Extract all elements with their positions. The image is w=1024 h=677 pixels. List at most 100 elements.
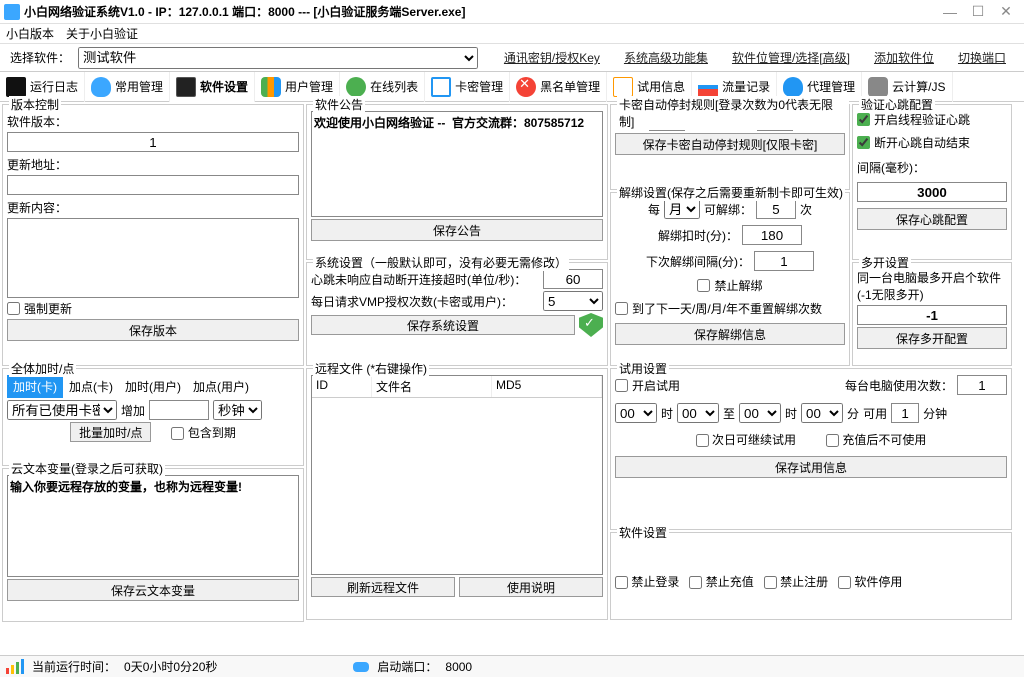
select-vmp-count[interactable]: 5: [543, 291, 603, 311]
select-m2[interactable]: 00: [801, 403, 843, 423]
input-unbind-times[interactable]: [756, 199, 796, 219]
btn-save-multiopen[interactable]: 保存多开配置: [857, 327, 1007, 349]
window-title: 小白网络验证系统V1.0 - IP：127.0.0.1 端口：8000 --- …: [24, 3, 936, 20]
close-button[interactable]: ✕: [992, 3, 1020, 20]
panel-unbind: 解绑设置(保存之后需要重新制卡即可生效) 每 月 可解绑： 次 解绑扣时(分)：…: [610, 192, 850, 366]
input-unbind-deduct[interactable]: [742, 225, 802, 245]
time-mode-pills: 加时(卡) 加点(卡) 加时(用户) 加点(用户): [7, 375, 299, 398]
remote-file-table[interactable]: ID 文件名 MD5: [311, 375, 603, 575]
tab-card[interactable]: 卡密管理: [425, 72, 510, 102]
shield-icon: [579, 313, 603, 337]
panel-software-setting: 软件设置 禁止登录 禁止充值 禁止注册 软件停用: [610, 532, 1012, 620]
chk-nologin[interactable]: [615, 576, 628, 589]
panel-trial: 试用设置 开启试用 每台电脑使用次数： 00时 00 至 00时 00分 可用 …: [610, 368, 1012, 530]
selector-row: 选择软件： 测试软件 通讯密钥/授权Key 系统高级功能集 软件位管理/选择[高…: [0, 44, 1024, 72]
btn-commkey[interactable]: 通讯密钥/授权Key: [496, 45, 608, 70]
chk-enable-trial[interactable]: [615, 379, 628, 392]
btn-remote-help[interactable]: 使用说明: [459, 577, 603, 597]
menu-about[interactable]: 关于小白验证: [66, 25, 138, 42]
label-update-content: 更新内容：: [7, 199, 299, 216]
chk-stop[interactable]: [838, 576, 851, 589]
chk-include-expired[interactable]: [171, 427, 184, 440]
signal-icon: [6, 659, 24, 674]
chk-force-update[interactable]: [7, 302, 20, 315]
selector-label: 选择软件：: [10, 49, 70, 66]
tab-blacklist[interactable]: 黑名单管理: [510, 72, 607, 102]
port-value: 8000: [445, 660, 472, 674]
menu-version[interactable]: 小白版本: [6, 25, 54, 42]
col-md5: MD5: [492, 376, 602, 397]
link-icon: [868, 77, 888, 97]
input-heartbeat-interval[interactable]: [857, 182, 1007, 202]
chk-norecharge-use[interactable]: [826, 434, 839, 447]
select-h2[interactable]: 00: [739, 403, 781, 423]
chk-end-on-disconnect[interactable]: [857, 136, 870, 149]
label-software-version: 软件版本：: [7, 113, 299, 130]
multiopen-desc: 同一台电脑最多开启个软件(-1无限多开): [857, 269, 1007, 303]
col-id: ID: [312, 376, 372, 397]
chk-norecharge[interactable]: [689, 576, 702, 589]
btn-save-version[interactable]: 保存版本: [7, 319, 299, 341]
agent-icon: [783, 77, 803, 97]
panel-autoblock: 卡密自动停封规则[登录次数为0代表无限制] 小时内登录 次 保存卡密自动停封规则…: [610, 104, 850, 190]
minimize-button[interactable]: —: [936, 4, 964, 20]
panel-remote-file: 远程文件 (*右键操作) ID 文件名 MD5 刷新远程文件 使用说明: [306, 368, 608, 620]
software-select[interactable]: 测试软件: [78, 47, 478, 69]
port-label: 启动端口：: [377, 658, 437, 675]
btn-save-unbind[interactable]: 保存解绑信息: [615, 323, 845, 345]
chk-nextday-continue[interactable]: [696, 434, 709, 447]
tab-software[interactable]: 软件设置: [170, 72, 255, 102]
input-announce[interactable]: 欢迎使用小白网络验证 -- 官方交流群：807585712: [311, 111, 603, 217]
port-icon: [353, 662, 369, 672]
btn-slot-mgr[interactable]: 软件位管理/选择[高级]: [724, 45, 858, 70]
pill-addpoint-user[interactable]: 加点(用户): [187, 375, 255, 398]
select-time-unit[interactable]: 秒钟: [213, 400, 262, 420]
select-card-scope[interactable]: 所有已使用卡密: [7, 400, 117, 420]
select-unbind-period[interactable]: 月: [664, 199, 700, 219]
panel-announce: 软件公告 欢迎使用小白网络验证 -- 官方交流群：807585712 保存公告: [306, 104, 608, 260]
input-update-content[interactable]: [7, 218, 299, 298]
input-update-url[interactable]: [7, 175, 299, 195]
btn-save-announce[interactable]: 保存公告: [311, 219, 603, 241]
input-trial-min[interactable]: [891, 403, 919, 423]
chk-open-heartbeat[interactable]: [857, 113, 870, 126]
select-h1[interactable]: 00: [615, 403, 657, 423]
maximize-button[interactable]: ☐: [964, 3, 992, 20]
input-heartbeat-timeout[interactable]: [543, 269, 603, 289]
btn-refresh-remote[interactable]: 刷新远程文件: [311, 577, 455, 597]
btn-advanced[interactable]: 系统高级功能集: [616, 45, 716, 70]
input-unbind-interval[interactable]: [754, 251, 814, 271]
btn-save-heartbeat[interactable]: 保存心跳配置: [857, 208, 1007, 230]
btn-save-cloud-var[interactable]: 保存云文本变量: [7, 579, 299, 601]
input-cloud-variable[interactable]: 输入你要远程存放的变量，也称为远程变量!: [7, 475, 299, 577]
chk-noreset-unbind[interactable]: [615, 302, 628, 315]
input-software-version[interactable]: [7, 132, 299, 152]
input-trial-perpc[interactable]: [957, 375, 1007, 395]
share-icon: [346, 77, 366, 97]
statusbar: 当前运行时间： 0天0小时0分20秒 启动端口： 8000: [0, 655, 1024, 677]
panel-heartbeat: 验证心跳配置 开启线程验证心跳 断开心跳自动结束 间隔(毫秒)： 保存心跳配置: [852, 104, 1012, 260]
input-add-amount[interactable]: [149, 400, 209, 420]
select-m1[interactable]: 00: [677, 403, 719, 423]
chk-noreg[interactable]: [764, 576, 777, 589]
card-icon: [431, 77, 451, 97]
btn-save-system[interactable]: 保存系统设置: [311, 315, 575, 335]
btn-add-slot[interactable]: 添加软件位: [866, 45, 942, 70]
app-logo: [4, 4, 20, 20]
menubar: 小白版本 关于小白验证: [0, 24, 1024, 44]
tab-common[interactable]: 常用管理: [85, 72, 170, 102]
note-icon: [613, 77, 633, 97]
pill-addpoint-card[interactable]: 加点(卡): [63, 375, 119, 398]
pill-addtime-user[interactable]: 加时(用户): [119, 375, 187, 398]
btn-save-autoblock[interactable]: 保存卡密自动停封规则[仅限卡密]: [615, 133, 845, 155]
btn-save-trial[interactable]: 保存试用信息: [615, 456, 1007, 478]
chk-forbid-unbind[interactable]: [697, 279, 710, 292]
input-multiopen[interactable]: [857, 305, 1007, 325]
label-update-url: 更新地址：: [7, 156, 299, 173]
pill-addtime-card[interactable]: 加时(卡): [7, 375, 63, 398]
chart-icon: [698, 77, 718, 97]
panel-cloud-variable: 云文本变量(登录之后可获取) 输入你要远程存放的变量，也称为远程变量! 保存云文…: [2, 468, 304, 622]
panel-global-time: 全体加时/点 加时(卡) 加点(卡) 加时(用户) 加点(用户) 所有已使用卡密…: [2, 368, 304, 466]
btn-batch-addtime[interactable]: 批量加时/点: [70, 422, 151, 442]
btn-switch-port[interactable]: 切换端口: [950, 45, 1014, 70]
